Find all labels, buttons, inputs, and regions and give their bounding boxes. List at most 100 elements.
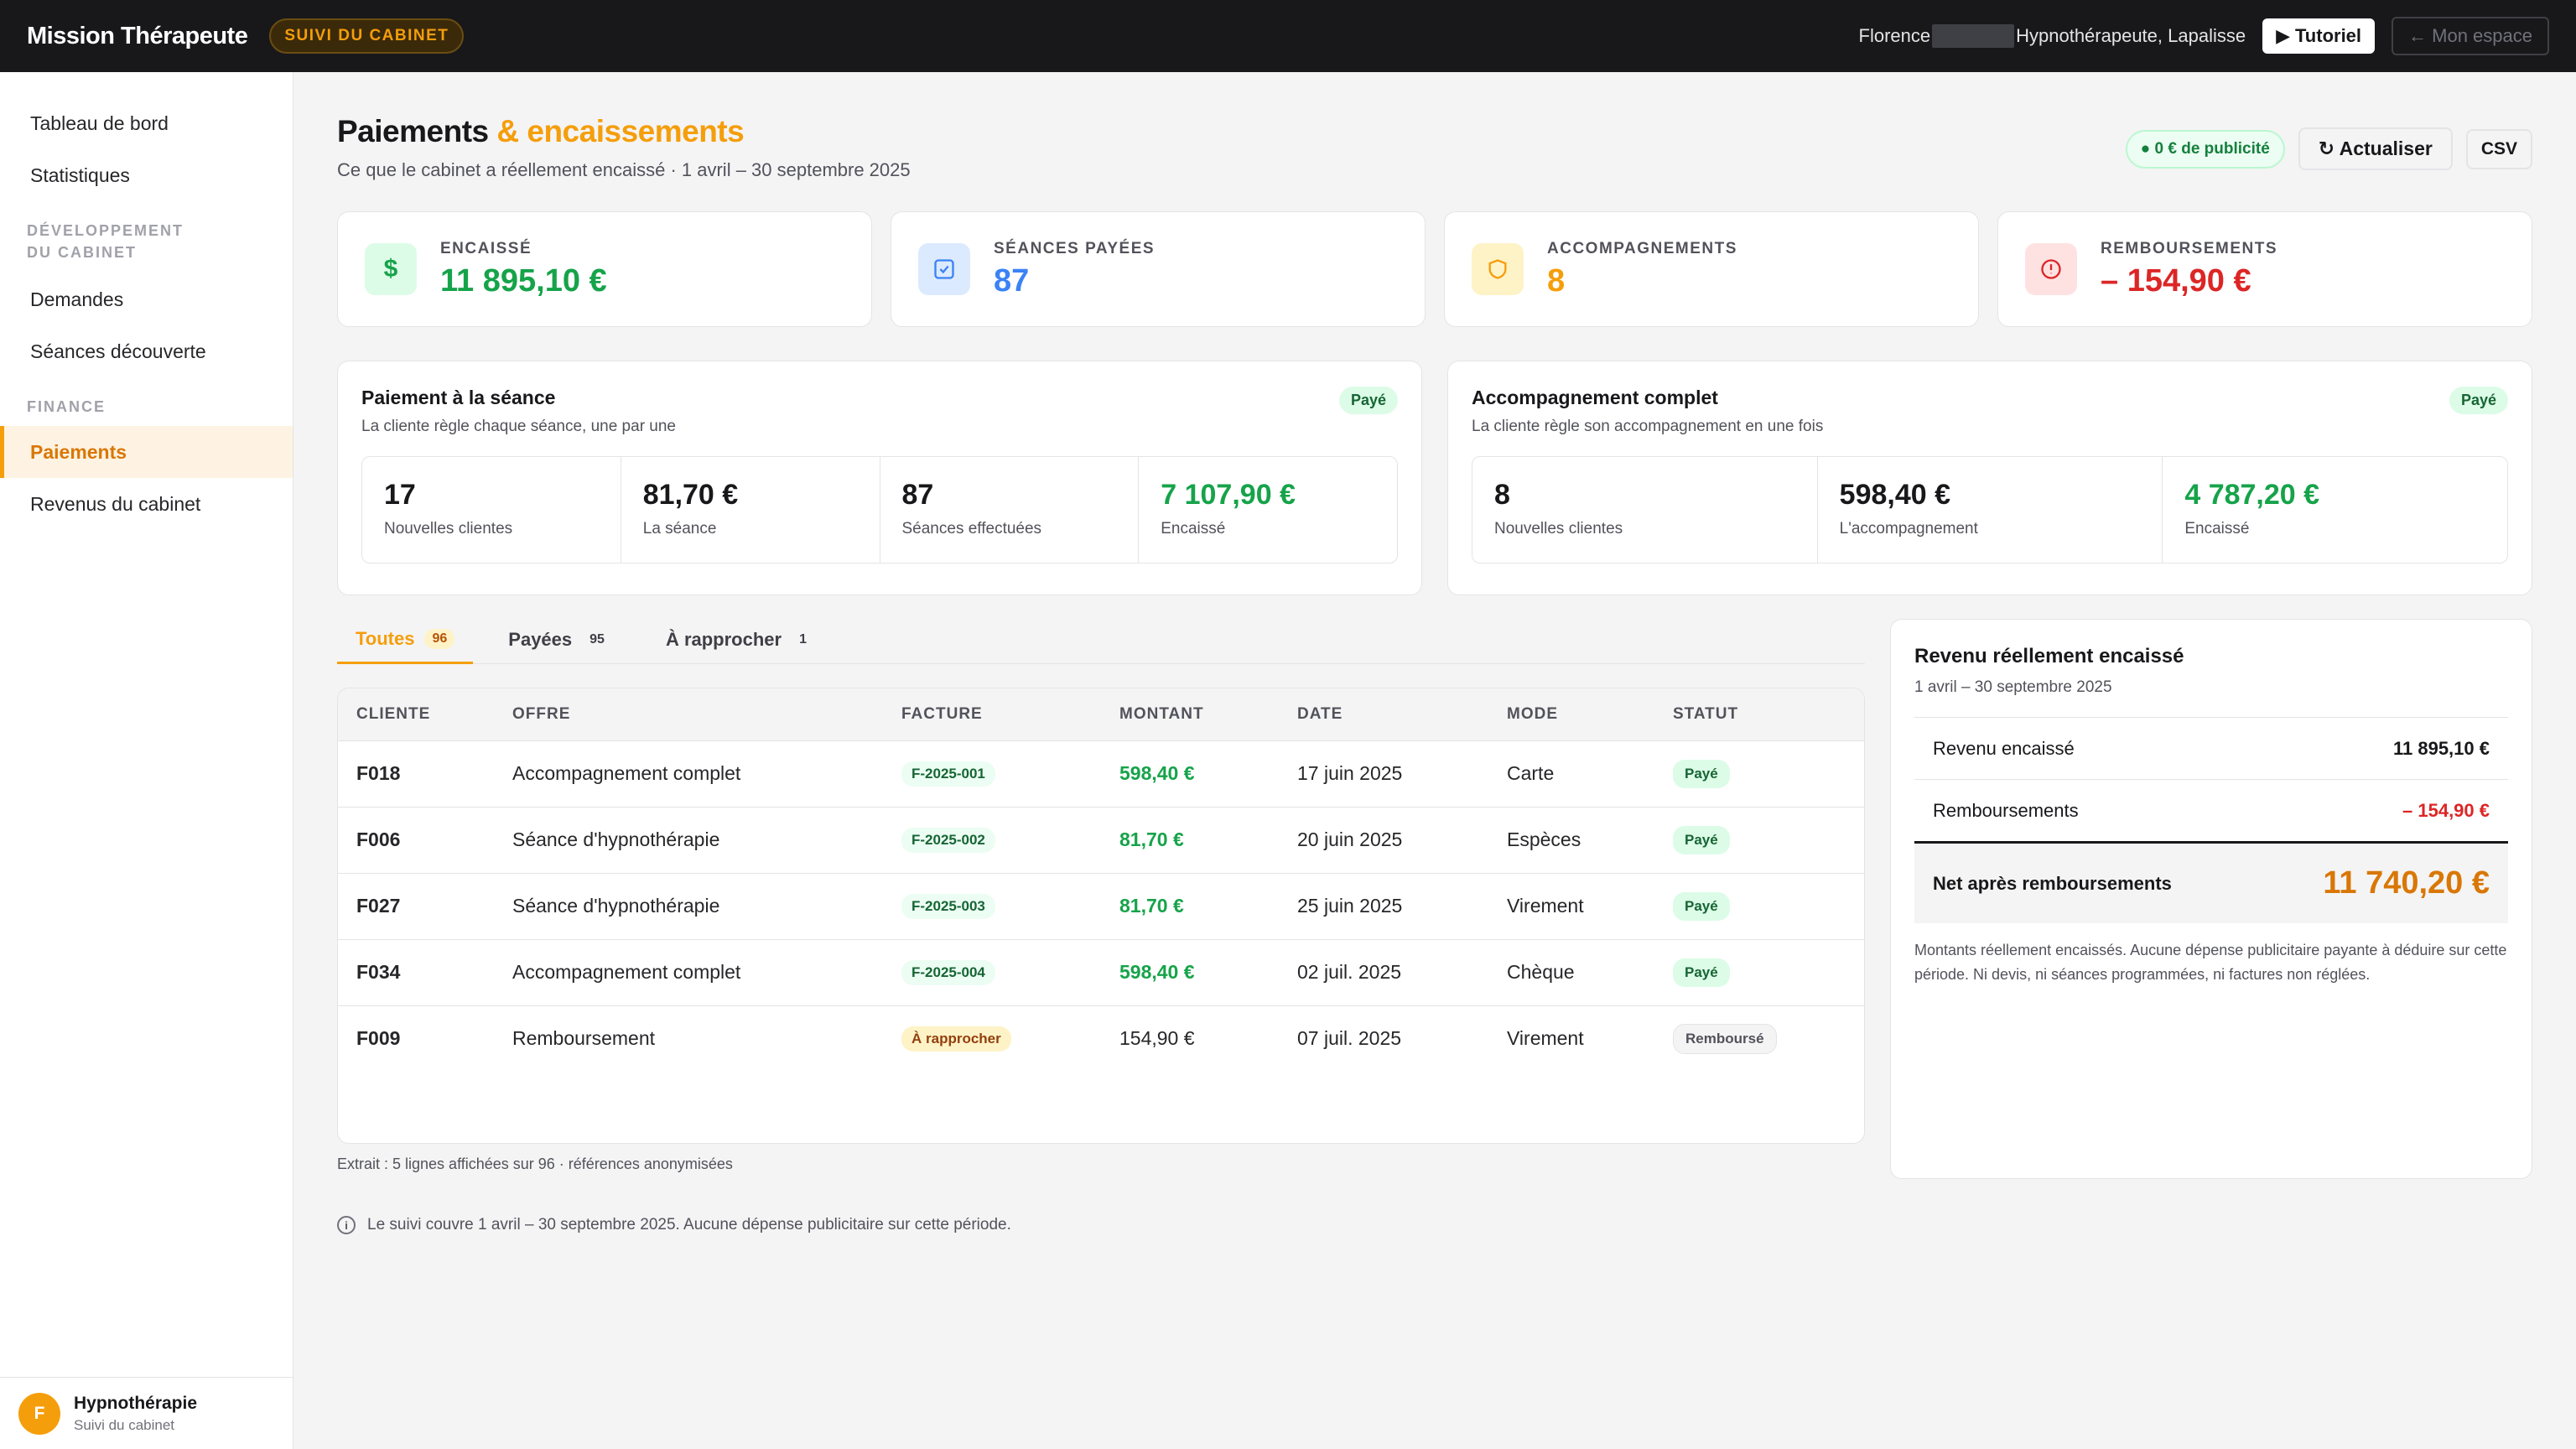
cell-offer: Remboursement: [512, 1027, 656, 1050]
col-date[interactable]: DATE: [1279, 688, 1488, 740]
revenue-card: Revenu réellement encaissé 1 avril – 30 …: [1890, 619, 2532, 1179]
tutorial-label: Tutoriel: [2295, 25, 2362, 46]
page-subtitle: Ce que le cabinet a réellement encaissé …: [337, 159, 911, 180]
tab-count: 96: [424, 628, 455, 649]
table-row[interactable]: F006 Séance d'hypnothérapie F-2025-002 8…: [338, 807, 1864, 873]
table-row[interactable]: F018 Accompagnement complet F-2025-001 5…: [338, 740, 1864, 807]
user-role: Hypnothérapeute, Lapalisse: [2016, 25, 2246, 46]
stat-cell: 87 Séances effectuées: [880, 457, 1140, 563]
user-first-name: Florence: [1858, 25, 1931, 46]
col-mode[interactable]: MODE: [1488, 688, 1654, 740]
info-icon: i: [337, 1216, 356, 1234]
tutorial-button[interactable]: ▶ Tutoriel: [2262, 18, 2376, 54]
sidebar-item-requests[interactable]: Demandes: [0, 273, 293, 325]
refresh-button[interactable]: ↻ Actualiser: [2298, 127, 2453, 170]
table-row[interactable]: F027 Séance d'hypnothérapie F-2025-003 8…: [338, 873, 1864, 939]
invoice-badge[interactable]: F-2025-001: [901, 761, 995, 787]
stat-value: 4 787,20 €: [2184, 479, 2320, 511]
kpi-value: 11 895,10 €: [440, 262, 607, 299]
invoice-badge[interactable]: F-2025-004: [901, 960, 995, 985]
net-value: 11 740,20 €: [2323, 865, 2490, 901]
status-badge: Payé: [1673, 825, 1730, 854]
cell-amount: 81,70 €: [1119, 895, 1184, 917]
page-title: Paiements & encaissements: [337, 114, 745, 149]
payments-table: CLIENTE OFFRE FACTURE MONTANT DATE MODE …: [337, 688, 1865, 1144]
cell-offer: Séance d'hypnothérapie: [512, 895, 720, 917]
tab-paid[interactable]: Payées 95: [490, 615, 631, 664]
csv-export-button[interactable]: CSV: [2465, 128, 2532, 169]
stat-value: 17: [384, 479, 416, 511]
revenue-row-value: – 154,90 €: [2402, 799, 2490, 821]
stat-cell: 598,40 € L'accompagnement: [1818, 457, 2163, 563]
tab-label: Toutes: [356, 627, 415, 649]
cell-amount: 81,70 €: [1119, 828, 1184, 850]
stat-value: 8: [1494, 479, 1510, 511]
col-status[interactable]: STATUT: [1654, 688, 1864, 740]
status-badge: Payé: [1673, 759, 1730, 788]
offer-title: Accompagnement complet: [1472, 387, 1718, 408]
cell-amount: 154,90 €: [1119, 1027, 1195, 1050]
reconcile-badge[interactable]: À rapprocher: [901, 1026, 1011, 1052]
invoice-badge[interactable]: F-2025-003: [901, 894, 995, 919]
revenue-note: Montants réellement encaissés. Aucune dé…: [1914, 942, 2507, 983]
stat-label: Encaissé: [1161, 520, 1226, 538]
cell-mode: Espèces: [1507, 828, 1581, 850]
cell-client: F027: [356, 895, 401, 917]
cell-client: F018: [356, 762, 401, 784]
sidebar: Tableau de bord Statistiques DÉVELOPPEME…: [0, 72, 293, 1449]
revenue-subtitle: 1 avril – 30 septembre 2025: [1914, 678, 2112, 696]
status-badge: Payé: [1673, 958, 1730, 987]
sidebar-item-discovery[interactable]: Séances découverte: [0, 325, 293, 377]
revenue-row-label: Remboursements: [1933, 799, 2079, 821]
cell-amount: 598,40 €: [1119, 762, 1195, 784]
kpi-card-collected: $ ENCAISSÉ 11 895,10 €: [337, 211, 872, 327]
cell-offer: Séance d'hypnothérapie: [512, 828, 720, 850]
stat-cell: 81,70 € La séance: [621, 457, 880, 563]
stat-value: 81,70 €: [642, 479, 739, 511]
tab-count: 95: [582, 630, 612, 650]
cell-client: F006: [356, 828, 401, 850]
col-amount[interactable]: MONTANT: [1101, 688, 1279, 740]
table-row[interactable]: F034 Accompagnement complet F-2025-004 5…: [338, 939, 1864, 1005]
status-badge: Payé: [2449, 387, 2508, 414]
table-row[interactable]: F009 Remboursement À rapprocher 154,90 €…: [338, 1005, 1864, 1072]
payment-tabs: Toutes 96 Payées 95 À rapprocher 1: [337, 615, 1865, 664]
sidebar-item-stats[interactable]: Statistiques: [0, 149, 293, 201]
ad-spend-badge: ● 0 € de publicité: [2125, 129, 2285, 169]
tab-all[interactable]: Toutes 96: [337, 615, 474, 664]
invoice-badge[interactable]: F-2025-002: [901, 828, 995, 853]
table-note: Extrait : 5 lignes affichées sur 96 · ré…: [337, 1156, 733, 1172]
shield-icon: [1472, 243, 1524, 295]
sidebar-footer[interactable]: F Hypnothérapie Suivi du cabinet: [0, 1377, 293, 1449]
stat-label: Nouvelles clientes: [1494, 520, 1623, 538]
sidebar-item-revenue[interactable]: Revenus du cabinet: [0, 478, 293, 530]
kpi-label: SÉANCES PAYÉES: [994, 239, 1156, 257]
my-space-button[interactable]: ← Mon espace: [2392, 17, 2549, 55]
offer-card-program: Accompagnement complet La cliente règle …: [1447, 361, 2532, 595]
tab-to-reconcile[interactable]: À rapprocher 1: [647, 615, 833, 664]
kpi-value: 87: [994, 262, 1030, 299]
stat-cell: 7 107,90 € Encaissé: [1139, 457, 1397, 563]
page-title-accent: & encaissements: [488, 114, 745, 148]
stat-label: Encaissé: [2184, 520, 2250, 538]
sidebar-item-dashboard[interactable]: Tableau de bord: [0, 97, 293, 149]
stat-cell: 17 Nouvelles clientes: [362, 457, 621, 563]
avatar: F: [18, 1392, 60, 1435]
kpi-label: ENCAISSÉ: [440, 239, 532, 257]
alert-circle-icon: [2025, 243, 2077, 295]
col-invoice[interactable]: FACTURE: [883, 688, 1101, 740]
stat-cell: 4 787,20 € Encaissé: [2163, 457, 2507, 563]
brand-logo[interactable]: Mission Thérapeute: [27, 23, 248, 50]
col-offer[interactable]: OFFRE: [494, 688, 883, 740]
main-content: Paiements & encaissements Ce que le cabi…: [293, 72, 2576, 1449]
col-client[interactable]: CLIENTE: [338, 688, 494, 740]
topbar-right: Florence Hypnothérapeute, Lapalisse ▶ Tu…: [1859, 17, 2549, 55]
status-badge: Payé: [1338, 387, 1398, 414]
offer-stats: 17 Nouvelles clientes 81,70 € La séance …: [361, 456, 1398, 564]
revenue-row: Revenu encaissé 11 895,10 €: [1914, 717, 2508, 779]
kpi-card-refunds: REMBOURSEMENTS – 154,90 €: [1997, 211, 2532, 327]
net-label: Net après remboursements: [1933, 872, 2172, 894]
sidebar-item-payments[interactable]: Paiements: [0, 426, 293, 478]
revenue-row: Remboursements – 154,90 €: [1914, 779, 2508, 841]
footer-subtitle: Suivi du cabinet: [74, 1416, 175, 1433]
